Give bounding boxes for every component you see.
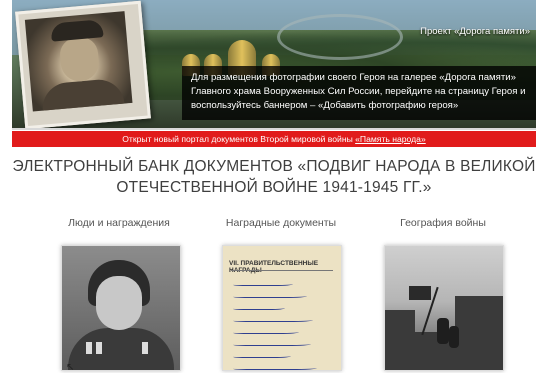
handwriting: [233, 280, 293, 286]
banner-park-ring: [277, 14, 403, 60]
ruin-silhouette: [455, 296, 503, 370]
award-documents-thumbnail[interactable]: VII. ПРАВИТЕЛЬСТВЕННЫЕ НАГРАДЫ: [222, 245, 342, 371]
document-header: VII. ПРАВИТЕЛЬСТВЕННЫЕ НАГРАДЫ: [229, 260, 319, 274]
soldier-silhouette: [437, 318, 449, 344]
notice-text: Открыт новый портал документов Второй ми…: [122, 134, 356, 144]
thumb-uniform: [68, 328, 174, 370]
medal-icon: [142, 342, 148, 354]
handwriting: [233, 304, 285, 310]
project-road-of-memory-link[interactable]: Проект «Дорога памяти»: [420, 26, 530, 37]
war-geography-thumbnail[interactable]: [384, 245, 504, 371]
medal-icon: [96, 342, 102, 354]
handwriting: [233, 292, 307, 298]
notice-strip: Открыт новый портал документов Второй ми…: [12, 131, 536, 147]
soldier-portrait-photo: [15, 0, 151, 128]
ruin-silhouette: [385, 310, 415, 370]
medal-icon: [86, 342, 92, 354]
hero-banner[interactable]: Проект «Дорога памяти» Для размещения фо…: [12, 0, 536, 130]
section-label-award-documents[interactable]: Наградные документы: [206, 217, 356, 229]
section-label-people[interactable]: Люди и награждения: [44, 217, 194, 229]
banner-text-panel: Для размещения фотографии своего Героя н…: [182, 66, 536, 120]
mouse-cursor-icon: ↖: [66, 362, 75, 373]
handwriting: [233, 316, 313, 322]
portrait-coat: [40, 77, 125, 111]
handwriting: [233, 364, 317, 370]
portrait-face: [58, 35, 101, 83]
handwriting: [233, 352, 291, 358]
memory-of-people-link[interactable]: «Память народа»: [355, 134, 426, 144]
section-label-war-geography[interactable]: География войны: [368, 217, 518, 229]
handwriting: [233, 328, 299, 334]
people-awards-thumbnail[interactable]: [61, 245, 181, 371]
portrait-cap: [50, 19, 104, 42]
flag-icon: [409, 286, 431, 300]
portrait-image: [24, 11, 133, 112]
page-title: ЭЛЕКТРОННЫЙ БАНК ДОКУМЕНТОВ «ПОДВИГ НАРО…: [12, 158, 536, 196]
soldier-silhouette: [449, 326, 459, 348]
banner-description: Для размещения фотографии своего Героя н…: [191, 72, 526, 111]
thumb-face: [96, 276, 142, 330]
document-line: [231, 270, 333, 271]
handwriting: [233, 340, 311, 346]
